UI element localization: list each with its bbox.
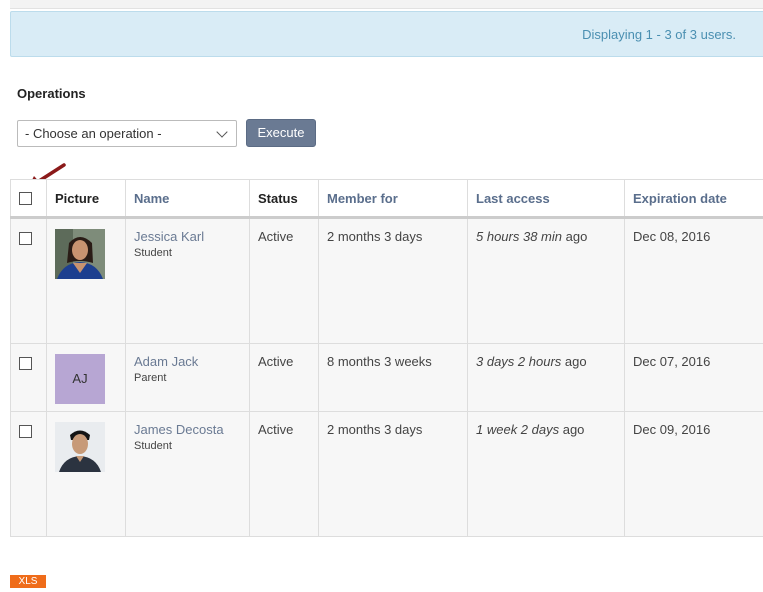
last-access-duration: 5 hours 38 min bbox=[476, 229, 562, 244]
select-all-cell bbox=[10, 179, 47, 219]
table-row: James Decosta Student Active 2 months 3 … bbox=[10, 411, 763, 537]
user-photo[interactable] bbox=[55, 422, 105, 472]
picture-cell: AJ bbox=[46, 343, 126, 412]
user-initials-avatar[interactable]: AJ bbox=[55, 354, 105, 404]
row-checkbox[interactable] bbox=[19, 357, 32, 370]
last-access-cell: 3 days 2 hours ago bbox=[467, 343, 625, 412]
status-cell: Active bbox=[249, 343, 319, 412]
user-name-link[interactable]: Adam Jack bbox=[134, 354, 241, 369]
name-cell: Jessica Karl Student bbox=[125, 217, 250, 344]
row-select-cell bbox=[10, 411, 47, 537]
last-access-suffix: ago bbox=[562, 229, 588, 244]
col-last-access[interactable]: Last access bbox=[467, 179, 625, 219]
user-photo[interactable] bbox=[55, 229, 105, 279]
top-bar bbox=[10, 0, 763, 9]
operations-title: Operations bbox=[17, 86, 86, 101]
last-access-cell: 1 week 2 days ago bbox=[467, 411, 625, 537]
picture-cell bbox=[46, 217, 126, 344]
table-header-row: Picture Name Status Member for Last acce… bbox=[10, 179, 763, 219]
select-all-checkbox[interactable] bbox=[19, 192, 32, 205]
expiration-cell: Dec 07, 2016 bbox=[624, 343, 763, 412]
picture-cell bbox=[46, 411, 126, 537]
row-checkbox[interactable] bbox=[19, 425, 32, 438]
row-select-cell bbox=[10, 343, 47, 412]
col-picture: Picture bbox=[46, 179, 126, 219]
last-access-duration: 1 week 2 days bbox=[476, 422, 560, 437]
name-cell: Adam Jack Parent bbox=[125, 343, 250, 412]
name-cell: James Decosta Student bbox=[125, 411, 250, 537]
info-message: Displaying 1 - 3 of 3 users. bbox=[10, 11, 763, 57]
last-access-duration: 3 days 2 hours bbox=[476, 354, 562, 369]
execute-button[interactable]: Execute bbox=[246, 119, 316, 147]
user-name-link[interactable]: Jessica Karl bbox=[134, 229, 241, 244]
col-expiration[interactable]: Expiration date bbox=[624, 179, 763, 219]
expiration-cell: Dec 08, 2016 bbox=[624, 217, 763, 344]
status-cell: Active bbox=[249, 217, 319, 344]
member-for-cell: 2 months 3 days bbox=[318, 217, 468, 344]
user-role: Parent bbox=[134, 372, 167, 384]
chevron-down-icon bbox=[216, 126, 228, 138]
row-select-cell bbox=[10, 217, 47, 344]
member-for-cell: 2 months 3 days bbox=[318, 411, 468, 537]
operation-select[interactable]: - Choose an operation - bbox=[17, 120, 237, 147]
users-table: Picture Name Status Member for Last acce… bbox=[10, 179, 763, 537]
operation-select-value: - Choose an operation - bbox=[25, 126, 162, 141]
expiration-cell: Dec 09, 2016 bbox=[624, 411, 763, 537]
col-status: Status bbox=[249, 179, 319, 219]
table-row: Jessica Karl Student Active 2 months 3 d… bbox=[10, 217, 763, 344]
user-name-link[interactable]: James Decosta bbox=[134, 422, 241, 437]
xls-export-link[interactable]: XLS bbox=[10, 575, 46, 588]
user-role: Student bbox=[134, 440, 172, 452]
status-cell: Active bbox=[249, 411, 319, 537]
displaying-count: Displaying 1 - 3 of 3 users. bbox=[582, 27, 736, 42]
table-row: AJ Adam Jack Parent Active 8 months 3 we… bbox=[10, 343, 763, 412]
col-member-for[interactable]: Member for bbox=[318, 179, 468, 219]
user-role: Student bbox=[134, 247, 172, 259]
col-name[interactable]: Name bbox=[125, 179, 250, 219]
row-checkbox[interactable] bbox=[19, 232, 32, 245]
last-access-suffix: ago bbox=[559, 422, 585, 437]
last-access-suffix: ago bbox=[561, 354, 587, 369]
last-access-cell: 5 hours 38 min ago bbox=[467, 217, 625, 344]
member-for-cell: 8 months 3 weeks bbox=[318, 343, 468, 412]
